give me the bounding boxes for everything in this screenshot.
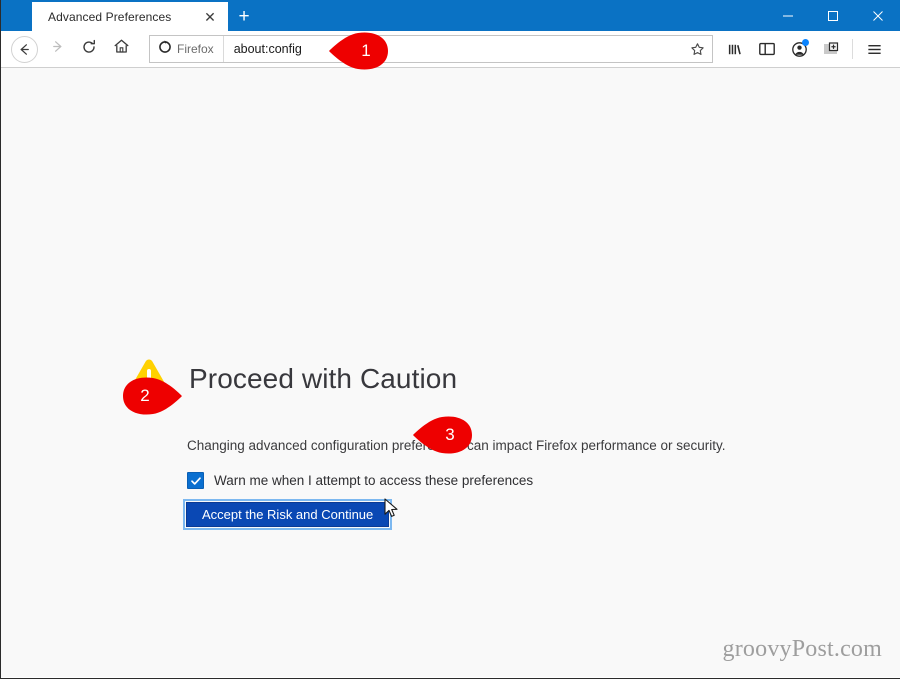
warn-me-checkbox-row[interactable]: Warn me when I attempt to access these p…	[187, 472, 767, 490]
warning-description: Changing advanced configuration preferen…	[187, 438, 726, 453]
title-bar: Advanced Preferences ✕ +	[1, 0, 900, 31]
accept-button-wrap: Accept the Risk and Continue	[182, 499, 767, 531]
identity-label: Firefox	[177, 42, 214, 56]
forward-arrow-icon	[50, 39, 65, 59]
account-notification-badge	[802, 39, 809, 46]
home-button[interactable]	[105, 34, 137, 64]
tab-strip: Advanced Preferences ✕ +	[1, 0, 260, 31]
warn-me-checkbox-label: Warn me when I attempt to access these p…	[214, 473, 534, 489]
account-icon[interactable]	[783, 34, 815, 64]
mouse-cursor	[384, 498, 400, 520]
firefox-logo-icon	[158, 40, 172, 59]
forward-button	[41, 34, 73, 64]
warning-header: Proceed with Caution	[127, 354, 767, 403]
identity-box[interactable]: Firefox	[150, 36, 224, 62]
save-to-pocket-icon[interactable]	[815, 34, 847, 64]
warn-me-checkbox[interactable]	[187, 472, 204, 490]
back-button[interactable]	[7, 34, 41, 64]
url-bar[interactable]: Firefox about:config	[149, 35, 713, 63]
maximize-icon[interactable]	[810, 0, 855, 31]
minimize-icon[interactable]	[765, 0, 810, 31]
home-icon	[113, 38, 130, 60]
sidebar-icon[interactable]	[751, 34, 783, 64]
tab-close-icon[interactable]: ✕	[200, 7, 220, 27]
callout-badge-2: 2	[119, 375, 183, 417]
url-input[interactable]: about:config	[224, 42, 682, 56]
library-icon[interactable]	[719, 34, 751, 64]
page-title: Proceed with Caution	[189, 362, 458, 394]
watermark: groovyPost.com	[722, 636, 882, 662]
hamburger-menu-icon[interactable]	[858, 34, 890, 64]
reload-button[interactable]	[73, 34, 105, 64]
close-icon[interactable]	[855, 0, 900, 31]
tab-advanced-preferences[interactable]: Advanced Preferences ✕	[32, 2, 228, 31]
callout-badge-1: 1	[328, 30, 392, 72]
page-content: Proceed with Caution Changing advanced c…	[1, 68, 900, 677]
tab-title: Advanced Preferences	[48, 9, 172, 24]
callout-badge-3: 3	[412, 414, 476, 456]
window-controls	[765, 0, 900, 31]
reload-icon	[81, 39, 97, 60]
toolbar-icon-group	[719, 34, 890, 64]
toolbar-divider	[852, 39, 853, 59]
browser-window: Advanced Preferences ✕ + Firefox about:c…	[0, 0, 900, 679]
accept-risk-button[interactable]: Accept the Risk and Continue	[182, 499, 393, 531]
navigation-toolbar: Firefox about:config	[1, 31, 900, 68]
new-tab-button[interactable]: +	[228, 2, 260, 31]
star-icon[interactable]	[682, 36, 712, 62]
back-arrow-icon	[10, 35, 38, 63]
